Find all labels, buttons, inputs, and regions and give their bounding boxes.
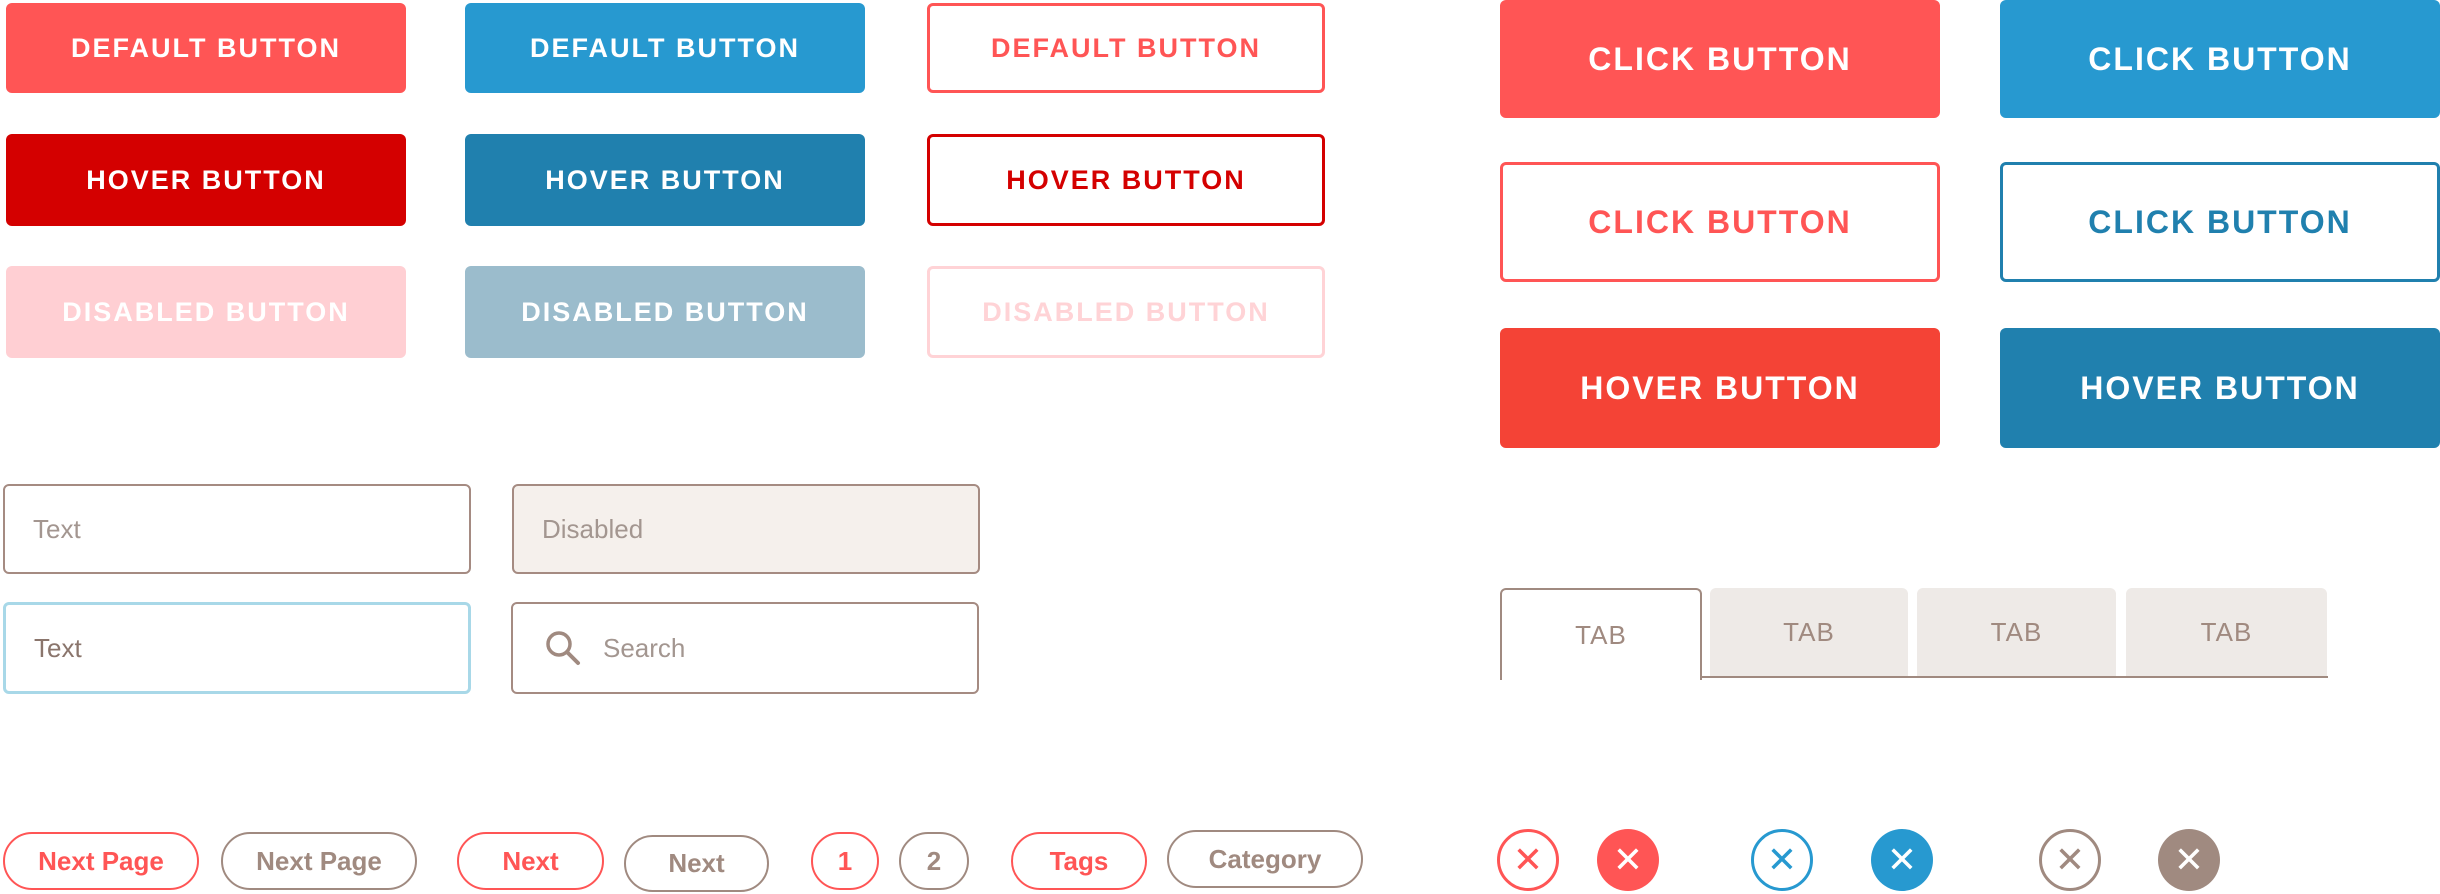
category-chip[interactable]: Category bbox=[1167, 830, 1363, 888]
tab-3[interactable]: TAB bbox=[1917, 588, 2116, 676]
text-input[interactable]: Text bbox=[3, 484, 471, 574]
click-button-blue[interactable]: CLICK BUTTON bbox=[2000, 0, 2440, 118]
hover-button-blue[interactable]: HOVER BUTTON bbox=[465, 134, 865, 226]
disabled-button-red: DISABLED BUTTON bbox=[6, 266, 406, 358]
click-button-red[interactable]: CLICK BUTTON bbox=[1500, 0, 1940, 118]
close-icon-outline-blue[interactable]: ✕ bbox=[1751, 829, 1813, 891]
close-icon-filled-gray[interactable]: ✕ bbox=[2158, 829, 2220, 891]
hover-button-outline[interactable]: HOVER BUTTON bbox=[927, 134, 1325, 226]
close-icon-filled-blue[interactable]: ✕ bbox=[1871, 829, 1933, 891]
disabled-button-outline: DISABLED BUTTON bbox=[927, 266, 1325, 358]
tab-4[interactable]: TAB bbox=[2126, 588, 2327, 676]
click-button-outline-red[interactable]: CLICK BUTTON bbox=[1500, 162, 1940, 282]
tab-1-active[interactable]: TAB bbox=[1500, 588, 1702, 680]
close-icon-outline-red[interactable]: ✕ bbox=[1497, 829, 1559, 891]
tab-bar-underline bbox=[1700, 676, 2328, 678]
default-button-blue[interactable]: DEFAULT BUTTON bbox=[465, 3, 865, 93]
default-button-red[interactable]: DEFAULT BUTTON bbox=[6, 3, 406, 93]
close-icon-filled-red[interactable]: ✕ bbox=[1597, 829, 1659, 891]
default-button-outline[interactable]: DEFAULT BUTTON bbox=[927, 3, 1325, 93]
next-page-button-red[interactable]: Next Page bbox=[3, 832, 199, 890]
focused-input[interactable]: Text bbox=[3, 602, 471, 694]
tab-2[interactable]: TAB bbox=[1710, 588, 1908, 676]
next-page-button-gray[interactable]: Next Page bbox=[221, 832, 417, 890]
close-icon-outline-gray[interactable]: ✕ bbox=[2039, 829, 2101, 891]
disabled-input: Disabled bbox=[512, 484, 980, 574]
page-1-button[interactable]: 1 bbox=[811, 832, 879, 890]
next-button-gray[interactable]: Next bbox=[624, 835, 769, 892]
hover-button-red-large[interactable]: HOVER BUTTON bbox=[1500, 328, 1940, 448]
hover-button-blue-large[interactable]: HOVER BUTTON bbox=[2000, 328, 2440, 448]
search-input[interactable]: Search bbox=[511, 602, 979, 694]
search-icon bbox=[546, 631, 580, 665]
search-placeholder: Search bbox=[603, 632, 686, 663]
click-button-outline-blue[interactable]: CLICK BUTTON bbox=[2000, 162, 2440, 282]
hover-button-red[interactable]: HOVER BUTTON bbox=[6, 134, 406, 226]
tags-chip[interactable]: Tags bbox=[1011, 832, 1147, 890]
disabled-button-blue: DISABLED BUTTON bbox=[465, 266, 865, 358]
next-button-red[interactable]: Next bbox=[457, 832, 604, 890]
page-2-button[interactable]: 2 bbox=[899, 832, 969, 890]
